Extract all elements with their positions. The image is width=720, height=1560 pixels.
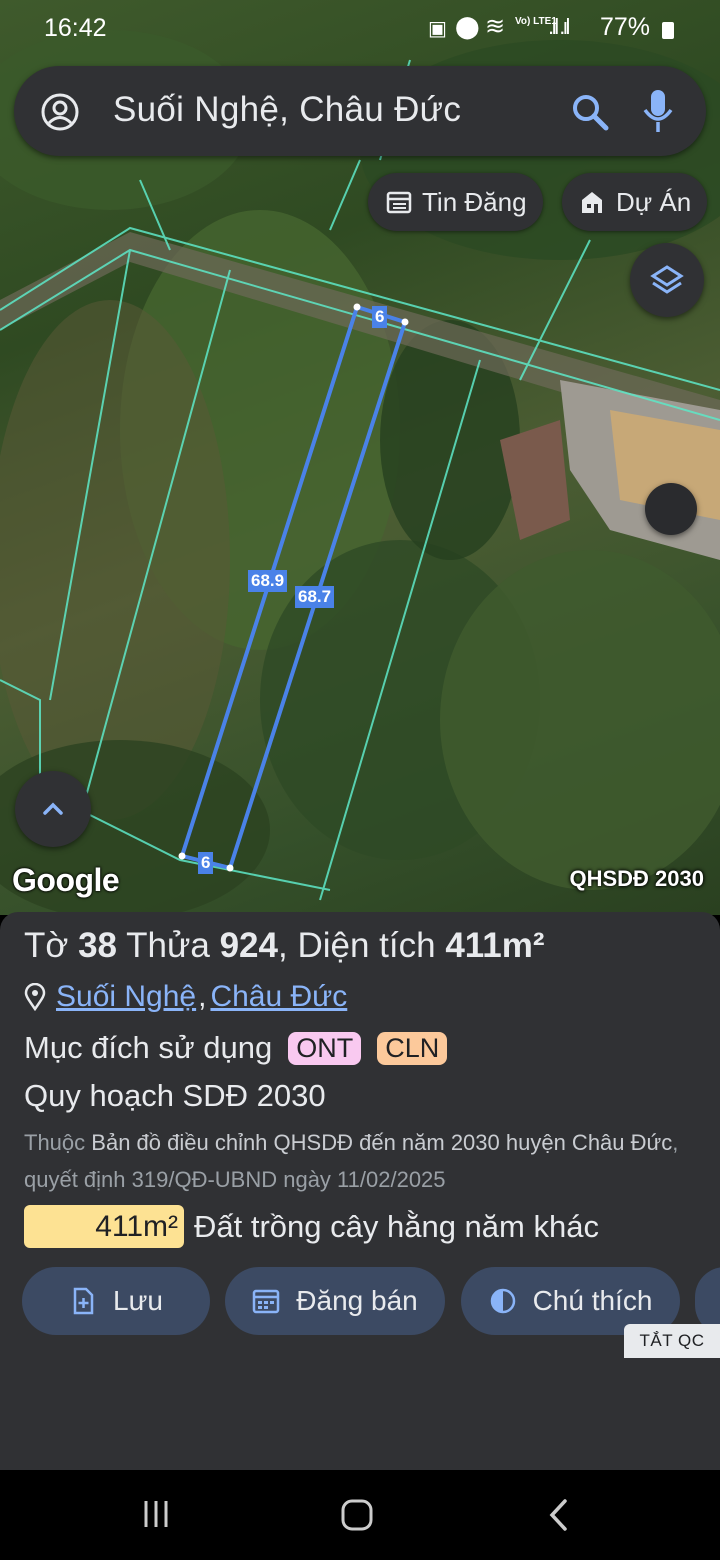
layer-label: QHSDĐ 2030 — [569, 866, 704, 891]
dimension-right: 68.7 — [295, 586, 335, 608]
dimension-top: 6 — [372, 306, 388, 328]
area-value: 411m² — [445, 926, 545, 965]
save-button[interactable]: Lưu — [22, 1267, 210, 1335]
post-sale-label: Đăng bán — [296, 1285, 418, 1316]
calendar-list-icon — [386, 191, 412, 214]
building-icon — [582, 192, 602, 213]
land-type-row: 411m² Đất trồng cây hằng năm khác — [24, 1205, 599, 1248]
commune-link[interactable]: Suối Nghệ — [56, 980, 196, 1014]
parcel-info-panel: Tờ 38 Thửa 924, Diện tích 411m² Suối Ngh… — [0, 912, 720, 1470]
location-icon: ⬤ — [455, 14, 480, 39]
recent-apps-icon[interactable] — [140, 1498, 172, 1530]
source-name: Bản đồ điều chỉnh QHSDĐ đến năm 2030 huy… — [91, 1130, 673, 1155]
plan-source: Thuộc Bản đồ điều chỉnh QHSDĐ đến năm 20… — [24, 1124, 704, 1198]
system-nav-bar — [0, 1470, 720, 1560]
search-query[interactable]: Suối Nghệ, Châu Đức — [113, 90, 461, 130]
nfc-icon: ▣ — [428, 18, 447, 40]
district-link[interactable]: Châu Đức — [210, 980, 347, 1014]
legend-label: Chú thích — [532, 1285, 653, 1316]
half-circle-icon — [490, 1288, 515, 1314]
to-value: 38 — [78, 926, 118, 965]
thua-label: Thửa — [126, 926, 210, 965]
expand-up-button[interactable] — [15, 771, 91, 847]
post-sale-button[interactable]: Đăng bán — [225, 1267, 445, 1335]
ad-off-button[interactable]: TẮT QC — [624, 1324, 720, 1358]
map-view[interactable]: 6 68.9 68.7 6 16:42 ▣ ⬤ ≋ Vo) LTE1 .ıl .… — [0, 0, 720, 915]
clock: 16:42 — [44, 14, 107, 42]
back-icon[interactable] — [545, 1498, 575, 1532]
battery-icon — [662, 22, 674, 39]
parcel-heading: Tờ 38 Thửa 924, Diện tích 411m² — [24, 926, 545, 966]
chip-tin-dang[interactable]: Tin Đăng — [368, 173, 543, 231]
purpose-tag-cln[interactable]: CLN — [377, 1031, 448, 1065]
chip-tin-dang-label: Tin Đăng — [422, 186, 527, 217]
layers-icon — [650, 265, 684, 294]
mic-icon[interactable] — [642, 88, 674, 134]
to-label: Tờ — [24, 926, 69, 965]
area-badge: 411m² — [24, 1205, 184, 1248]
battery-text: 77% — [600, 13, 651, 41]
search-icon[interactable] — [570, 92, 610, 132]
chevron-up-icon — [43, 802, 63, 815]
floating-handle-button[interactable] — [645, 483, 697, 535]
thua-value: 924 — [219, 926, 278, 965]
location-row: Suối Nghệ, Châu Đức — [24, 980, 347, 1014]
search-bar[interactable]: Suối Nghệ, Châu Đức — [14, 66, 706, 156]
google-attribution: Google — [12, 862, 120, 898]
signal-icon: .ıl .ıl — [548, 14, 570, 39]
layers-button[interactable] — [630, 243, 704, 317]
land-type: Đất trồng cây hằng năm khác — [194, 1208, 599, 1244]
purpose-label: Mục đích sử dụng — [24, 1030, 273, 1065]
account-icon[interactable] — [40, 92, 80, 132]
calendar-icon — [253, 1289, 280, 1314]
dimension-bottom: 6 — [198, 852, 214, 874]
purpose-row: Mục đích sử dụng ONT CLN — [24, 1030, 448, 1066]
chip-du-an[interactable]: Dự Án — [562, 173, 708, 231]
chip-du-an-label: Dự Án — [616, 186, 692, 217]
home-icon[interactable] — [340, 1498, 374, 1532]
save-label: Lưu — [113, 1285, 163, 1316]
dimension-left: 68.9 — [248, 570, 288, 592]
action-bar: Lưu Đăng bán Chú thích — [0, 1267, 720, 1337]
status-bar: 16:42 ▣ ⬤ ≋ Vo) LTE1 .ıl .ıl 77% — [0, 0, 720, 58]
location-pin-icon — [24, 983, 46, 1011]
area-label: , Diện tích — [278, 926, 436, 965]
plan-title: Quy hoạch SDĐ 2030 — [24, 1078, 326, 1113]
purpose-tag-ont[interactable]: ONT — [288, 1031, 362, 1065]
save-doc-icon — [73, 1287, 94, 1315]
location-separator: , — [198, 980, 207, 1013]
wifi-icon: ≋ — [485, 13, 506, 40]
source-prefix: Thuộc — [24, 1130, 86, 1155]
